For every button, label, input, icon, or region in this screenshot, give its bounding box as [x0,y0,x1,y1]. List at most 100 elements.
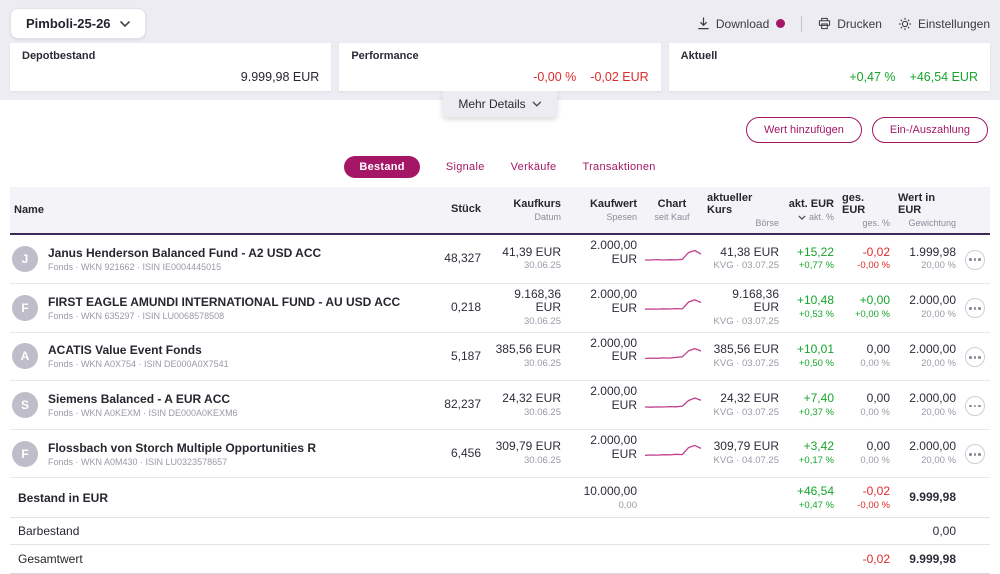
ges-eur-cell: +0,00 +0,00 % [854,293,890,321]
fund-name: FIRST EAGLE AMUNDI INTERNATIONAL FUND - … [48,294,401,309]
depotbestand-value: 9.999,98 EUR [240,70,320,84]
mehr-details-button[interactable]: Mehr Details [442,91,558,117]
stueck-cell: 48,327 [444,250,481,265]
gesamt-wert: 9.999,98 [909,551,956,566]
settings-button[interactable]: Einstellungen [898,17,990,31]
fund-details: Fonds · WKN A0M430 · ISIN LU0323578657 [48,456,228,467]
sparkline-chart [644,296,702,314]
akt-eur-cell: +7,40 +0,37 % [798,390,834,418]
total-row-barbestand: Barbestand 0,00 [10,518,990,546]
fund-name-cell: F Flossbach von Storch Multiple Opportun… [10,437,430,471]
total-row-gesamtwert: Gesamtwert -0,02 9.999,98 [10,545,990,574]
kaufkurs-cell: 309,79 EUR 30.06.25 [495,439,561,467]
row-menu-button[interactable] [965,395,985,416]
holdings-table: Name Stück Kaufkurs Datum Kaufwert Spesen … [0,187,1000,574]
fund-name: ACATIS Value Event Fonds [48,343,202,358]
wert-cell: 2.000,00 20,00 % [909,390,956,418]
kaufkurs-cell: 24,32 EUR 30.06.25 [502,390,561,418]
table-row[interactable]: F FIRST EAGLE AMUNDI INTERNATIONAL FUND … [10,284,990,333]
tab-transaktionen[interactable]: Transaktionen [582,161,655,173]
print-button[interactable]: Drucken [818,17,882,31]
total-akt-eur: +46,54 [796,483,834,498]
fund-name: Janus Henderson Balanced Fund - A2 USD A… [48,245,322,260]
row-menu-button[interactable] [965,347,985,368]
ges-eur-cell: -0,02 -0,00 % [857,244,890,272]
header-actions: Download Drucken Einstellungen [697,15,990,32]
download-button[interactable]: Download [697,16,786,31]
table-row[interactable]: F Flossbach von Storch Multiple Opportun… [10,430,990,479]
kaufkurs-cell: 41,39 EUR 30.06.25 [502,244,561,272]
mehr-details-label: Mehr Details [458,97,526,111]
table-row[interactable]: S Siemens Balanced - A EUR ACC Fonds · W… [10,381,990,430]
menu-cell [960,439,990,469]
aktueller-kurs-cell: 9.168,36 EUR KVG · 03.07.25 [713,286,779,328]
fund-avatar: J [12,245,38,272]
aktuell-pct: +0,47 % [849,70,896,84]
stueck-cell: 6,456 [450,445,481,460]
total-row-bestand: Bestand in EUR 10.000,00 0,00 +46,54 +0,… [10,478,990,519]
fund-avatar: S [12,392,38,419]
total-label: Gesamtwert [18,552,83,567]
ges-eur-cell: 0,00 0,00 % [860,390,890,418]
performance-amount: -0,02 EUR [590,70,649,84]
kaufwert-cell: 2.000,00 EUR [590,384,637,413]
column-header-kaufwert[interactable]: Kaufwert Spesen [565,187,641,233]
download-label: Download [715,16,770,31]
add-value-button[interactable]: Wert hinzufügen [745,117,862,143]
column-header-ges-eur[interactable]: ges. EUR ges. % [838,187,894,233]
column-header-name[interactable]: Name [10,187,430,233]
akt-eur-cell: +3,42 +0,17 % [798,439,834,467]
download-icon [698,17,709,30]
card-aktuell: Aktuell +0,47 % +46,54 EUR [668,43,990,91]
row-menu-button[interactable] [965,298,985,319]
chevron-down-icon [119,20,130,27]
fund-name-cell: A ACATIS Value Event Fonds Fonds · WKN A… [10,339,430,373]
kaufkurs-cell: 9.168,36 EUR 30.06.25 [514,286,561,328]
tab-signale[interactable]: Signale [446,161,485,173]
aktueller-kurs-cell: 24,32 EUR KVG · 03.07.25 [713,390,779,418]
kaufwert-cell: 2.000,00 EUR [590,286,637,315]
menu-cell [960,390,990,420]
column-header-akt-eur[interactable]: akt. EUR akt. % [783,187,838,233]
wert-cell: 1.999,98 20,00 % [909,244,956,272]
akt-eur-cell: +10,01 +0,50 % [796,342,834,370]
wert-cell: 2.000,00 20,00 % [909,293,956,321]
column-header-stueck[interactable]: Stück [430,187,485,233]
column-header-wert[interactable]: Wert in EUR Gewichtung [894,187,960,233]
fund-avatar: A [12,343,38,370]
ges-eur-cell: 0,00 0,00 % [860,439,890,467]
aktueller-kurs-cell: 309,79 EUR KVG · 04.07.25 [713,439,779,467]
sort-chevron-icon [798,214,806,220]
chart-cell [641,292,703,323]
portfolio-name: Pimboli-25-26 [26,16,111,31]
table-row[interactable]: A ACATIS Value Event Fonds Fonds · WKN A… [10,333,990,382]
tab-bestand[interactable]: Bestand [344,156,420,178]
table-row[interactable]: J Janus Henderson Balanced Fund - A2 USD… [10,235,990,284]
row-menu-button[interactable] [965,249,985,270]
total-spesen: 0,00 [618,499,638,511]
tab-verkaeufe[interactable]: Verkäufe [511,161,557,173]
total-akt-pct: +0,47 % [798,499,834,511]
fund-name: Flossbach von Storch Multiple Opportunit… [48,440,317,455]
table-header: Name Stück Kaufkurs Datum Kaufwert Spesen … [10,187,990,235]
fund-details: Fonds · WKN 921662 · ISIN IE0004445015 [48,261,222,272]
chart-cell [641,341,703,372]
view-tabs: Bestand Signale Verkäufe Transaktionen [0,156,1000,178]
column-header-aktueller-kurs[interactable]: aktueller Kurs Börse [703,187,783,233]
column-header-chart: Chart seit Kauf [654,198,690,222]
aktueller-kurs-cell: 41,38 EUR KVG · 03.07.25 [713,244,779,272]
ges-eur-cell: 0,00 0,00 % [860,342,890,370]
download-badge-icon [776,19,786,28]
akt-eur-cell: +10,48 +0,53 % [796,293,834,321]
total-label: Bestand in EUR [18,490,109,505]
fund-name-cell: F FIRST EAGLE AMUNDI INTERNATIONAL FUND … [10,291,430,325]
chart-cell [641,438,703,469]
row-menu-button[interactable] [965,444,985,465]
header-band: Pimboli-25-26 Download Drucken Einstellu… [0,0,1000,117]
stueck-cell: 5,187 [450,348,481,363]
deposit-withdraw-button[interactable]: Ein-/Auszahlung [871,117,988,143]
portfolio-dropdown[interactable]: Pimboli-25-26 [10,8,146,39]
column-header-kaufkurs[interactable]: Kaufkurs Datum [485,187,565,233]
fund-details: Fonds · WKN 635297 · ISIN LU0068578508 [48,310,225,321]
fund-name-cell: S Siemens Balanced - A EUR ACC Fonds · W… [10,388,430,422]
